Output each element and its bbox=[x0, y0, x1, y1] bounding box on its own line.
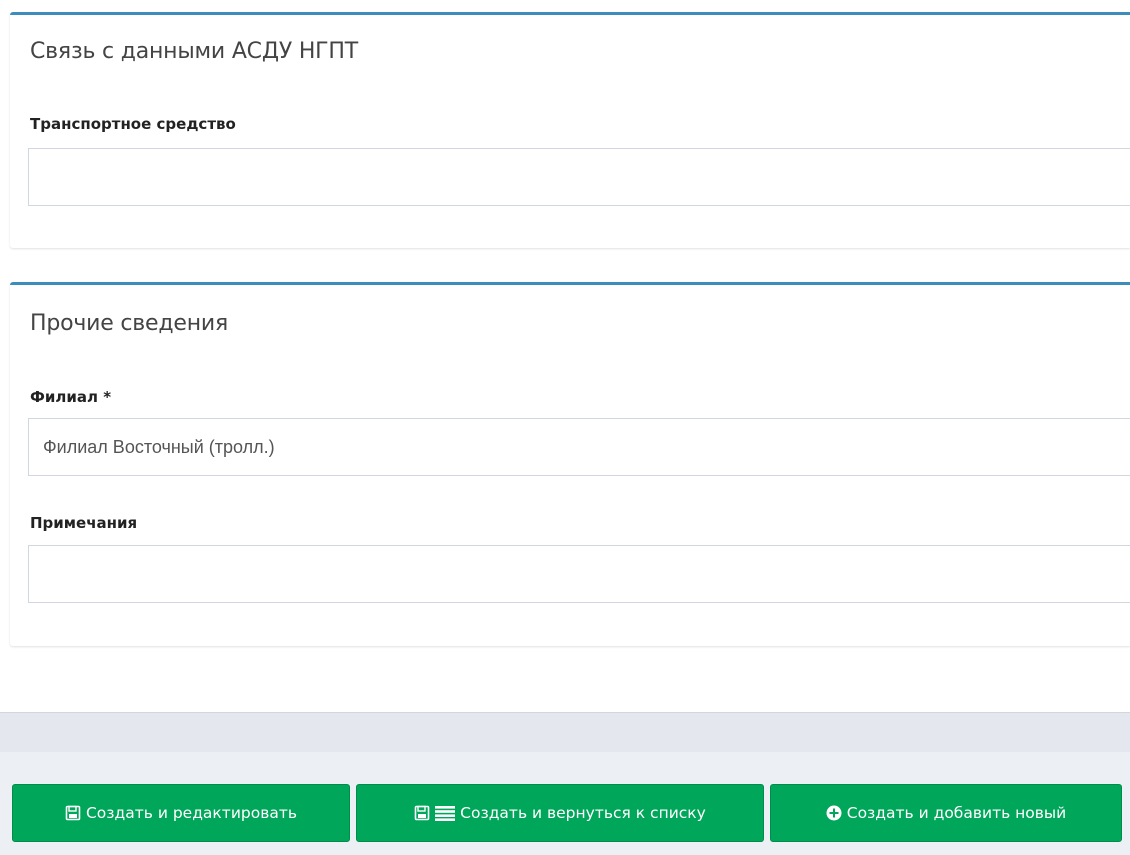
create-and-edit-button[interactable]: Создать и редактировать bbox=[12, 784, 350, 842]
panel-other-info: Прочие сведения Филиал * Филиал Восточны… bbox=[10, 282, 1130, 646]
save-icon bbox=[65, 805, 81, 821]
create-and-add-new-label: Создать и добавить новый bbox=[846, 804, 1067, 822]
create-and-return-button[interactable]: Создать и вернуться к списку bbox=[356, 784, 764, 842]
notes-label: Примечания bbox=[30, 514, 138, 532]
form-footer-band bbox=[0, 712, 1130, 753]
panel-title: Связь с данными АСДУ НГПТ bbox=[30, 39, 358, 64]
vehicle-label: Транспортное средство bbox=[30, 115, 236, 133]
save-icon bbox=[414, 805, 430, 821]
panel-title: Прочие сведения bbox=[30, 311, 229, 336]
panel-asdu-link: Связь с данными АСДУ НГПТ Транспортное с… bbox=[10, 12, 1130, 248]
list-icon bbox=[435, 805, 456, 821]
create-and-return-label: Создать и вернуться к списку bbox=[460, 804, 706, 822]
vehicle-input[interactable] bbox=[28, 148, 1130, 206]
form-actions: Создать и редактировать Создать и вернут… bbox=[0, 752, 1130, 855]
branch-select[interactable]: Филиал Восточный (тролл.) bbox=[28, 418, 1130, 476]
branch-label: Филиал * bbox=[30, 388, 112, 406]
create-and-edit-label: Создать и редактировать bbox=[85, 804, 298, 822]
notes-input[interactable] bbox=[28, 545, 1130, 603]
create-and-add-new-button[interactable]: Создать и добавить новый bbox=[770, 784, 1122, 842]
plus-circle-icon bbox=[826, 805, 842, 821]
